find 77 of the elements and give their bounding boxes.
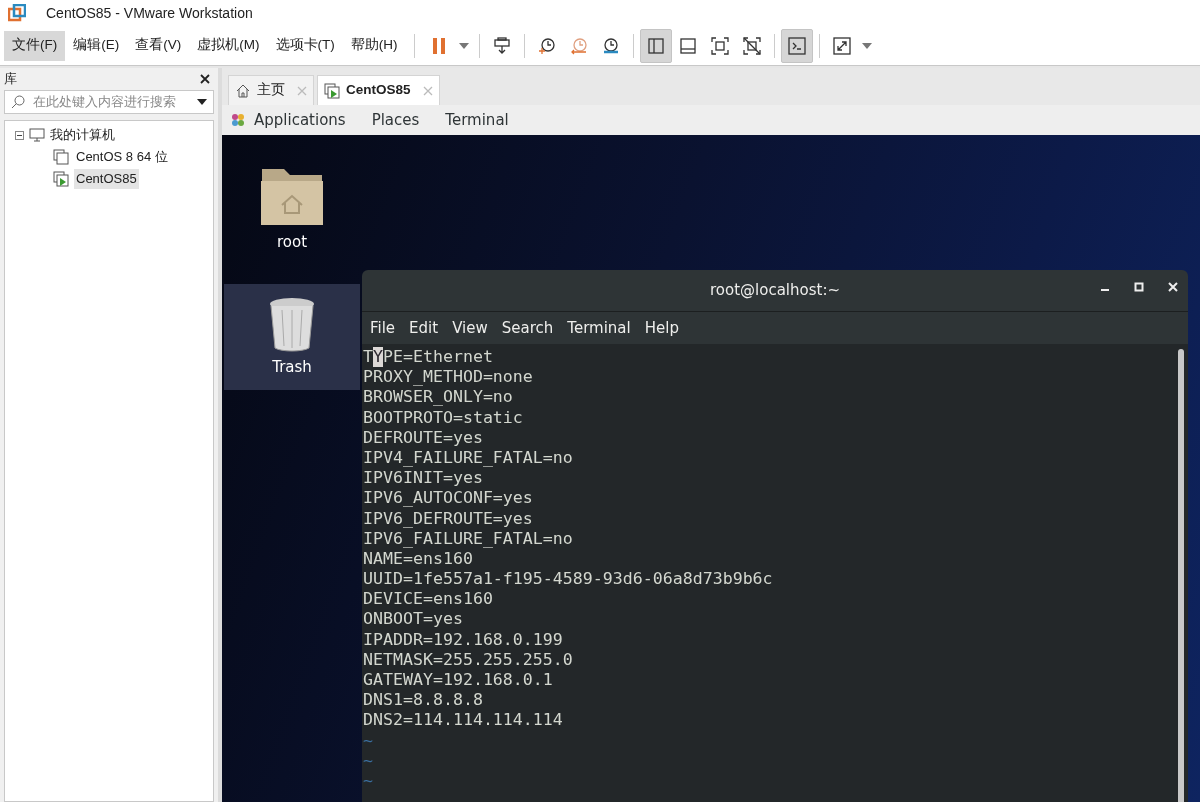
toolbar-button[interactable] bbox=[639, 28, 672, 63]
terminal-line: ONBOOT=yes bbox=[363, 609, 463, 629]
expand-icon bbox=[831, 35, 852, 56]
app-logo-icon bbox=[8, 4, 26, 22]
desktop-icon[interactable]: root bbox=[224, 151, 360, 266]
tab[interactable]: CentOS85 bbox=[317, 75, 440, 105]
terminal-line: IPV6_FAILURE_FATAL=no bbox=[363, 528, 573, 548]
terminal-menu-item[interactable]: File bbox=[370, 316, 396, 340]
terminal-menu-item[interactable]: Search bbox=[501, 316, 554, 340]
top-bar-menu[interactable]: Applications bbox=[254, 108, 346, 132]
flower-icon bbox=[230, 112, 246, 128]
caret-icon bbox=[458, 42, 469, 49]
vm-icon bbox=[53, 149, 69, 165]
empty-line-marker: ~ bbox=[363, 770, 373, 790]
terminal-line: BROWSER_ONLY=no bbox=[363, 387, 513, 407]
empty-line-marker: ~ bbox=[363, 750, 373, 770]
terminal-menu-item[interactable]: Help bbox=[644, 316, 679, 340]
terminal-line: BOOTPROTO=static bbox=[363, 407, 523, 427]
terminal-line: GATEWAY=192.168.0.1 bbox=[363, 670, 553, 689]
search-icon bbox=[11, 95, 25, 109]
tab-label: 主页 bbox=[257, 81, 285, 100]
terminal-line: NETMASK=255.255.255.0 bbox=[363, 649, 573, 669]
fullscreen-icon bbox=[709, 35, 730, 56]
collapse-toggle[interactable] bbox=[15, 130, 24, 140]
sidebar-layout-icon bbox=[645, 35, 666, 56]
terminal-menu-item[interactable]: Terminal bbox=[567, 316, 631, 340]
caret-icon bbox=[861, 42, 872, 49]
window-title: CentOS85 - VMware Workstation bbox=[46, 3, 253, 23]
tree-item[interactable]: CentOS 8 64 位 bbox=[74, 147, 170, 167]
empty-line-marker: ~ bbox=[363, 730, 373, 750]
tree-item[interactable]: 我的计算机 bbox=[50, 125, 115, 145]
menu-item[interactable]: 文件(F) bbox=[4, 30, 66, 61]
toolbar-button[interactable] bbox=[780, 28, 813, 63]
minus-icon bbox=[17, 132, 22, 138]
terminal-line: IPV4_FAILURE_FATAL=no bbox=[363, 447, 573, 467]
tab-label: CentOS85 bbox=[346, 81, 411, 100]
terminal-title: root@localhost:~ bbox=[710, 280, 840, 302]
terminal-menu-item[interactable]: View bbox=[452, 316, 488, 340]
monitor-icon bbox=[29, 128, 45, 142]
top-bar-menu[interactable]: Places bbox=[371, 108, 420, 132]
caret-icon bbox=[197, 99, 207, 105]
clock-plus-icon bbox=[536, 35, 557, 56]
terminal-line: IPV6_DEFROUTE=yes bbox=[363, 508, 533, 528]
tab[interactable]: 主页 bbox=[228, 75, 314, 105]
desktop-icon-label: Trash bbox=[272, 356, 312, 378]
terminal-line: NAME=ens160 bbox=[363, 548, 473, 568]
menu-item[interactable]: 查看(V) bbox=[127, 30, 190, 61]
trash-icon bbox=[268, 295, 316, 352]
terminal-line: IPADDR=192.168.0.199 bbox=[363, 629, 563, 649]
crossed-window-icon bbox=[741, 35, 762, 56]
menu-item[interactable]: 帮助(H) bbox=[342, 30, 406, 61]
panel-title: 库 bbox=[4, 70, 17, 89]
close-icon bbox=[200, 74, 210, 84]
desktop-icon[interactable]: Trash bbox=[224, 283, 360, 390]
top-bar-menu[interactable]: Terminal bbox=[445, 108, 509, 132]
menu-item[interactable]: 虚拟机(M) bbox=[189, 30, 268, 61]
terminal-line: PROXY_METHOD=none bbox=[363, 367, 533, 387]
terminal-menu-item[interactable]: Edit bbox=[409, 316, 439, 340]
terminal-line: DEVICE=ens160 bbox=[363, 589, 493, 609]
terminal-line: IPV6_AUTOCONF=yes bbox=[363, 488, 533, 508]
terminal-line: DNS1=8.8.8.8 bbox=[363, 690, 483, 710]
console-icon bbox=[786, 35, 807, 56]
terminal-line: DEFROUTE=yes bbox=[363, 427, 483, 447]
running-vm-icon bbox=[324, 82, 340, 99]
maximize-icon[interactable] bbox=[1134, 282, 1144, 292]
terminal-line: DNS2=114.114.114.114 bbox=[363, 710, 563, 730]
running-vm-icon bbox=[53, 171, 69, 187]
menu-item[interactable]: 编辑(E) bbox=[65, 30, 128, 61]
tree-item[interactable]: CentOS85 bbox=[74, 169, 139, 189]
keyboard-arrow-icon bbox=[491, 35, 512, 56]
desktop-icon-label: root bbox=[276, 232, 308, 253]
menu-item[interactable]: 选项卡(T) bbox=[267, 30, 343, 61]
terminal-line: IPV6INIT=yes bbox=[363, 468, 483, 488]
home-icon bbox=[235, 82, 251, 99]
bottom-panel-layout-icon bbox=[677, 35, 698, 56]
search-field[interactable]: 在此处键入内容进行搜索 bbox=[4, 90, 214, 114]
terminal-line: UUID=1fe557a1-f195-4589-93d6-06a8d73b9b6c bbox=[363, 569, 773, 589]
